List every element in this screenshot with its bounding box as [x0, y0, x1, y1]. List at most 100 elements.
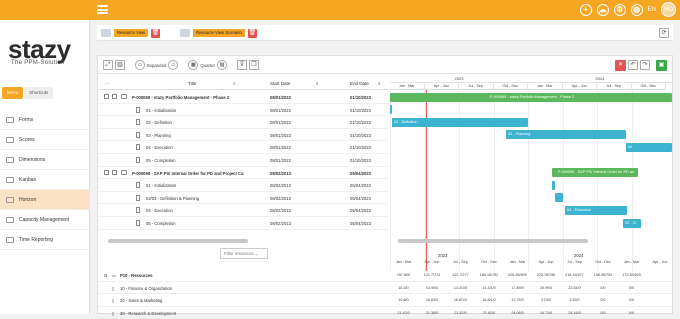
table-row[interactable]: 01 - Initialization08/01/202201/10/2023 [98, 104, 388, 117]
expanded-label[interactable]: Expanded [147, 63, 166, 68]
folder-icon[interactable]: ▭ [135, 60, 145, 70]
grid-header: ··· Title ⌕ Start Date ⌕ End Date ⌕ [98, 76, 388, 90]
year-header: 2023 [390, 76, 528, 83]
gantt-bar[interactable]: 04 [626, 143, 672, 152]
quarter-header: Jan - Mar [618, 260, 645, 264]
row-start-date: 08/01/2022 [270, 133, 291, 138]
row-start-date: 08/02/2013 [270, 183, 291, 188]
resource-row[interactable]: ▯20 - Sales & Marketing19.8/016.63/016.8… [98, 294, 672, 307]
gear-icon[interactable]: ⚙ [614, 4, 626, 16]
row-end-date: 05/04/2023 [350, 183, 371, 188]
avatar[interactable]: HO [661, 2, 676, 17]
open-folder-icon[interactable]: ▱ [168, 60, 178, 70]
more-icon[interactable]: ··· [105, 81, 110, 86]
cancel-button[interactable]: ✕ [615, 60, 626, 71]
gantt-bar[interactable]: 04 - Execution [565, 206, 627, 215]
resource-view-scenario-button[interactable]: Resource View Scenario [193, 29, 245, 37]
table-row[interactable]: 04 - Execution08/02/201305/04/2023 [98, 204, 388, 217]
table-row[interactable]: 01 - Initialization08/02/201305/04/2023 [98, 179, 388, 192]
table-row[interactable]: 04 - Execution08/01/202201/10/2023 [98, 141, 388, 154]
resource-view-button[interactable]: Resource View [114, 29, 148, 37]
redo-icon[interactable]: ↷ [640, 60, 650, 70]
sidebar-item-scores[interactable]: Scores [0, 130, 90, 150]
table-row[interactable]: P-000069 - stazy Portfolio Management - … [98, 91, 388, 104]
row-start-date: 08/01/2022 [270, 120, 291, 125]
resource-row[interactable]: ⊟▭P10 - Resources157.8/0f121.7/774122.7/… [98, 269, 672, 282]
hamburger-menu-icon[interactable] [97, 5, 108, 14]
folder-icon: ▭ [112, 273, 116, 278]
table-row[interactable]: 05 - Completion08/02/201305/04/2023 [98, 217, 388, 230]
copy-icon[interactable]: ❐ [249, 60, 259, 70]
gantt-bar[interactable]: 05 - Cr [623, 219, 641, 228]
calendar-range-icon[interactable]: ▤ [217, 60, 227, 70]
collapse-icon[interactable]: ⊟ [104, 273, 108, 278]
search-icon[interactable]: ⌕ [316, 81, 319, 86]
sidebar-item-capacity-management[interactable]: Capacity Management [0, 210, 90, 230]
language-label[interactable]: EN [648, 7, 656, 13]
tab-shortcuts[interactable]: Shortcuts [24, 87, 53, 99]
gantt-bar[interactable] [555, 193, 563, 202]
tab-menu[interactable]: Menu [2, 87, 23, 99]
filter-icon[interactable]: ⊽ [237, 60, 247, 70]
sidebar-item-forms[interactable]: Forms [0, 110, 90, 130]
capacity-cell: 121.7/774 [419, 273, 446, 277]
sidebar-item-time-reporting[interactable]: Time Reporting [0, 230, 90, 250]
expand-icon[interactable]: ⤢ [103, 60, 113, 70]
brand-tagline: The PPM-Solution [11, 60, 65, 66]
document-icon [136, 119, 140, 125]
capacity-cell: 157.8/0f [390, 273, 417, 277]
resource-row[interactable]: ▯10 - Finance & Organization16.3/014.99/… [98, 282, 672, 295]
add-icon[interactable]: + [580, 4, 592, 16]
gantt-tools-left: ⤢ ▥ ▭ Expanded ▱ ▦ Quarter ▤ ⊽ ❐ [103, 60, 259, 70]
delete-scenario-button[interactable]: 🗑 [248, 29, 257, 38]
table-row[interactable]: 05 - Completion08/01/202201/10/2023 [98, 154, 388, 167]
gantt-bar[interactable]: P-000098 - SAP PS/ Internal Order for PD… [552, 168, 638, 177]
gantt-bar[interactable] [390, 105, 392, 114]
grid-scrollbar[interactable] [108, 239, 248, 243]
undo-icon[interactable]: ↶ [628, 60, 638, 70]
table-row[interactable]: P-000098 - SAP PS/ Internal Order for PD… [98, 167, 388, 180]
collapse-icon[interactable] [112, 94, 117, 99]
search-icon[interactable]: ⌕ [233, 81, 236, 86]
table-row[interactable]: 02 - Definition08/01/202201/10/2023 [98, 116, 388, 129]
quarter-label[interactable]: Quarter [200, 63, 215, 68]
sidebar-item-horizon[interactable]: Horizon [0, 190, 90, 210]
capacity-cell: 14.99/0 [419, 286, 446, 290]
document-icon [136, 132, 140, 138]
resource-row[interactable]: ▯30 - Research & Development21.42/021.38… [98, 307, 672, 319]
checkbox-icon[interactable] [104, 94, 109, 99]
quarter-header: Apr - Jun [647, 260, 674, 264]
table-row[interactable]: 03 - Planning08/01/202201/10/2023 [98, 129, 388, 142]
gantt-bar[interactable]: 03 - Planning [506, 130, 626, 139]
search-icon[interactable]: ⌕ [378, 81, 381, 86]
row-title: 04 - Execution [146, 208, 173, 213]
start-date-column-header[interactable]: Start Date [270, 81, 290, 86]
refresh-button[interactable]: ⟳ [659, 28, 669, 38]
sidebar-item-dimensions[interactable]: Dimensions [0, 150, 90, 170]
gantt-bar[interactable] [552, 181, 555, 190]
table-row[interactable]: 02/03 - Definition & Planning08/02/20130… [98, 192, 388, 205]
gantt-bar[interactable]: P-000069 - stazy Portfolio Management - … [390, 93, 672, 102]
calendar-icon[interactable]: ▦ [188, 60, 198, 70]
sidebar-item-kanban[interactable]: Kanban [0, 170, 90, 190]
row-title: 03 - Planning [146, 133, 171, 138]
collapse-icon[interactable] [112, 170, 117, 175]
capacity-cell: 0/0 [590, 298, 617, 302]
row-start-date: 08/01/2022 [270, 145, 291, 150]
cloud-icon[interactable]: ☁ [597, 4, 609, 16]
capacity-cell: 184.16/752 [476, 273, 503, 277]
title-column-header[interactable]: Title [188, 81, 196, 86]
resource-view-group: Resource View 🗑 [101, 28, 160, 38]
save-button[interactable]: ▣ [656, 60, 667, 71]
chart-icon[interactable]: ▥ [115, 60, 125, 70]
delete-view-button[interactable]: 🗑 [151, 29, 160, 38]
gantt-bar[interactable]: 02 - Definition [392, 118, 528, 127]
quarter-header: Oct - Dec [590, 260, 617, 264]
gantt-scrollbar[interactable] [398, 239, 588, 243]
globe-icon[interactable]: ◍ [631, 4, 643, 16]
checkbox-icon[interactable] [104, 170, 109, 175]
end-date-column-header[interactable]: End Date [350, 81, 369, 86]
view-toolbar: Resource View 🗑 Resource View Scenario 🗑… [97, 25, 673, 41]
gantt-panel: ⤢ ▥ ▭ Expanded ▱ ▦ Quarter ▤ ⊽ ❐ ✕ ↶ ↷ ▣… [97, 55, 673, 314]
row-title: 05 - Completion [146, 221, 176, 226]
